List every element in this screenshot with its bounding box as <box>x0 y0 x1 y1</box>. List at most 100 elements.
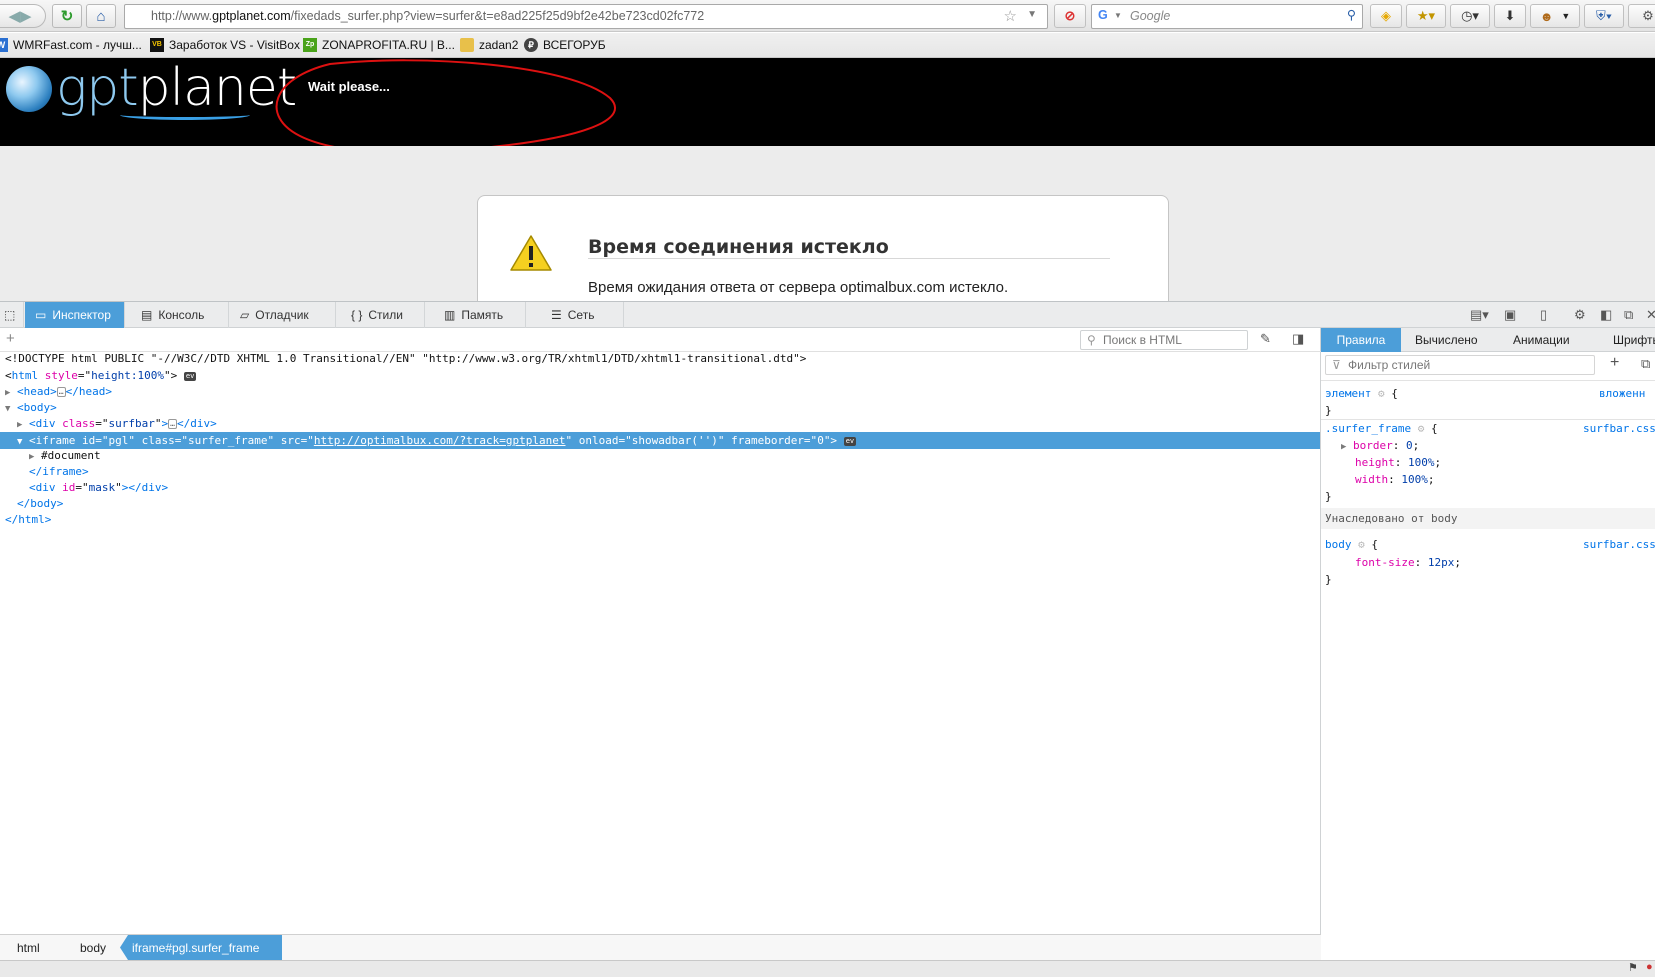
element-rule[interactable]: элемент ⚙ { } <box>1325 385 1398 419</box>
layout-view-icon[interactable]: ▤▾ <box>1470 307 1489 323</box>
declaration[interactable]: height: 100%; <box>1355 454 1441 471</box>
tab-debugger[interactable]: ▱ Отладчик <box>230 302 336 328</box>
rule-source-link[interactable]: surfbar.css <box>1583 422 1655 435</box>
body-rule[interactable]: body ⚙ { <box>1325 536 1378 553</box>
add-node-icon[interactable]: + <box>6 330 15 347</box>
settings-button[interactable]: ⚙ <box>1628 4 1655 28</box>
eyedropper-icon[interactable]: ✎ <box>1260 331 1271 347</box>
bookmark-label: ZONAPROFITA.RU | В... <box>322 38 455 52</box>
bookmarks-menu-button[interactable]: ★▾ <box>1406 4 1446 28</box>
expand-arrow-icon[interactable]: ▶ <box>5 388 10 398</box>
error-panel: Время соединения истекло Время ожидания … <box>477 195 1169 305</box>
tab-computed[interactable]: Вычислено <box>1403 328 1490 352</box>
selected-iframe-row[interactable]: ▼ <iframe id="pgl" class="surfer_frame" … <box>0 432 1320 449</box>
site-logo[interactable]: gptplanet <box>56 58 297 118</box>
bookmark-item[interactable]: W WMRFast.com - лучш... <box>0 38 142 52</box>
surfbar-div-node[interactable]: ▶ <div class="surfbar">… </div> <box>17 416 217 433</box>
history-button[interactable]: ◷▾ <box>1450 4 1490 28</box>
add-rule-icon[interactable]: + <box>1610 354 1619 372</box>
document-node[interactable]: ▶ #document <box>29 448 101 465</box>
event-badge[interactable]: ev <box>183 371 197 381</box>
event-badge[interactable]: ev <box>843 436 857 446</box>
reload-button[interactable]: ↻ <box>52 4 82 28</box>
expand-arrow-icon[interactable]: ▶ <box>29 452 34 462</box>
surfer-frame-rule[interactable]: .surfer_frame ⚙ { <box>1325 420 1438 437</box>
close-icon[interactable]: ✕ <box>1646 307 1655 323</box>
addon-button[interactable]: ☻ ▼ <box>1530 4 1580 28</box>
dock-side-icon[interactable]: ◧ <box>1600 307 1612 323</box>
rule-highlight-icon[interactable]: ⚙ <box>1378 387 1385 400</box>
breadcrumb-item[interactable]: body <box>68 935 118 960</box>
bookmarks-bar: W WMRFast.com - лучш... VB Заработок VS … <box>0 33 1655 58</box>
property-value: 100% <box>1401 473 1428 486</box>
expand-arrow-icon[interactable]: ▶ <box>1341 442 1346 452</box>
tab-fonts[interactable]: Шрифты <box>1601 328 1655 352</box>
url-bar[interactable]: http://www.gptplanet.com/fixedads_surfer… <box>124 4 1048 29</box>
pseudo-class-icon[interactable]: ⧉ <box>1641 356 1650 372</box>
bookmark-star-icon[interactable]: ☆ <box>1004 7 1017 25</box>
bookmark-label: Заработок VS - VisitBox <box>169 38 300 52</box>
downloads-button[interactable]: ⬇ <box>1494 4 1526 28</box>
tab-network[interactable]: ☰ Сеть <box>527 302 624 328</box>
document-label: #document <box>41 449 101 462</box>
markup-panel: + ⚲ Поиск в HTML ✎ ◨ <!DOCTYPE html PUBL… <box>0 328 1321 934</box>
rule-selector: body <box>1325 538 1352 551</box>
mask-div-node[interactable]: <div id="mask"></div> <box>29 480 168 496</box>
url-dropdown-icon[interactable]: ▼ <box>1027 9 1037 20</box>
rule-source-link[interactable]: вложенн <box>1599 387 1645 400</box>
tab-styles[interactable]: { } Стили <box>337 302 425 328</box>
gear-icon[interactable]: ⚙ <box>1574 307 1586 323</box>
shield-icon: ⛨▾ <box>1595 8 1613 23</box>
tab-memory[interactable]: ▥ Память <box>426 302 526 328</box>
breadcrumb-item-active[interactable]: iframe#pgl.surfer_frame <box>120 935 282 960</box>
breadcrumb-item[interactable]: html <box>5 935 52 960</box>
bookmark-item[interactable]: zadan2 <box>460 38 518 52</box>
bookmark-item[interactable]: ₽ ВСЕГОРУБ <box>524 38 606 52</box>
logo-swoosh <box>120 110 250 120</box>
bookmark-item[interactable]: VB Заработок VS - VisitBox <box>150 38 300 52</box>
search-engine-dropdown-icon[interactable]: ▼ <box>1114 11 1122 20</box>
responsive-mode-icon[interactable]: ▯ <box>1540 307 1547 323</box>
iframe-src-link[interactable]: http://optimalbux.com/?track=gptplanet <box>314 434 566 447</box>
iframe-node[interactable]: ▼ <iframe id="pgl" class="surfer_frame" … <box>17 432 857 451</box>
declaration[interactable]: font-size: 12px; <box>1355 554 1461 571</box>
tab-console[interactable]: ▤ Консоль <box>131 302 229 328</box>
back-forward-buttons[interactable]: ◀ ▶ <box>0 4 46 28</box>
adblock-button[interactable]: ⊘ <box>1054 4 1086 28</box>
declaration[interactable]: width: 100%; <box>1355 471 1435 488</box>
tab-inspector[interactable]: ▭ Инспектор <box>25 302 125 328</box>
security-button[interactable]: ⛨▾ <box>1584 4 1624 28</box>
status-addon-icon[interactable]: ● <box>1646 961 1653 973</box>
bookmark-favicon-icon: W <box>0 38 8 52</box>
back-arrow-icon[interactable]: ◀ <box>8 7 20 25</box>
scratchpad-icon[interactable]: ▣ <box>1504 307 1516 323</box>
rule-highlight-icon[interactable]: ⚙ <box>1358 538 1365 551</box>
extension-button-1[interactable]: ◈ <box>1370 4 1402 28</box>
body-node[interactable]: ▼ <body> <box>5 400 57 417</box>
collapse-arrow-icon[interactable]: ▼ <box>5 404 10 414</box>
collapsed-content-icon[interactable]: … <box>168 419 177 429</box>
pick-element-button[interactable]: ⬚ <box>0 302 24 328</box>
doctype-node[interactable]: <!DOCTYPE html PUBLIC "-//W3C//DTD XHTML… <box>5 351 806 367</box>
rule-highlight-icon[interactable]: ⚙ <box>1418 422 1425 435</box>
search-bar[interactable]: G ▼ Google ⚲ <box>1091 4 1363 29</box>
tab-rules[interactable]: Правила <box>1321 328 1401 352</box>
home-button[interactable]: ⌂ <box>86 4 116 28</box>
search-icon[interactable]: ⚲ <box>1347 7 1356 22</box>
head-node[interactable]: ▶ <head>… </head> <box>5 384 112 401</box>
collapsed-content-icon[interactable]: … <box>56 387 66 397</box>
error-divider <box>588 258 1110 259</box>
style-filter-input[interactable]: ⊽ Фильтр стилей <box>1325 355 1595 375</box>
rule-source-link[interactable]: surfbar.css <box>1583 538 1655 551</box>
expand-arrow-icon[interactable]: ▶ <box>17 420 22 430</box>
attr-value: showadbar('') <box>631 434 718 447</box>
bookmark-item[interactable]: Zp ZONAPROFITA.RU | В... <box>303 38 455 52</box>
html-search-input[interactable]: ⚲ Поиск в HTML <box>1080 330 1248 350</box>
history-icon: ◷▾ <box>1461 8 1479 23</box>
html-node[interactable]: <html style="height:100%"> ev <box>5 368 197 384</box>
toggle-sidebar-icon[interactable]: ◨ <box>1292 331 1304 347</box>
tab-animations[interactable]: Анимации <box>1501 328 1582 352</box>
forward-arrow-icon[interactable]: ▶ <box>20 7 32 25</box>
undock-icon[interactable]: ⧉ <box>1624 307 1633 323</box>
flag-icon[interactable]: ⚑ <box>1628 961 1638 974</box>
